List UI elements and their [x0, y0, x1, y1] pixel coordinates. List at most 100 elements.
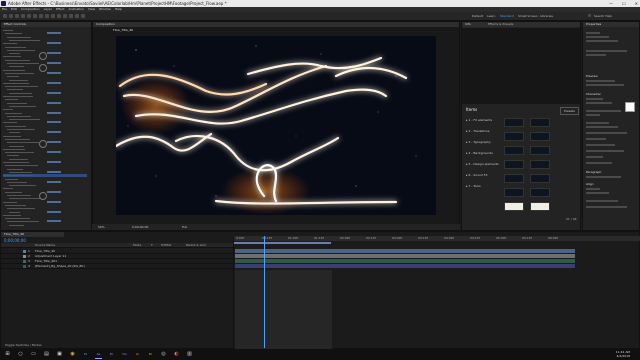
effect-property-row[interactable]: [3, 224, 87, 227]
selection-tool-icon[interactable]: [9, 14, 13, 18]
composition-canvas[interactable]: [116, 36, 436, 215]
layer-duration-bar[interactable]: [235, 259, 575, 263]
align-section[interactable]: Align: [586, 182, 594, 186]
property-control[interactable]: [586, 36, 609, 38]
time-ruler[interactable]: 0:00f 00:15f 01:00f 01:15f 02:00f 02:15f 03:00…: [234, 236, 640, 241]
layer-duration-bar[interactable]: [235, 264, 575, 268]
property-control[interactable]: [586, 192, 609, 194]
workspace-libraries[interactable]: Libraries: [540, 14, 553, 18]
layer-label-color[interactable]: [23, 260, 26, 263]
preset-thumbnail[interactable]: [504, 188, 524, 197]
property-control[interactable]: [586, 144, 615, 146]
layer-name[interactable]: [Element]_Bg_Shape_20 (RG_BC): [35, 264, 85, 269]
cinema4d-icon[interactable]: ◎: [160, 351, 167, 358]
layer-duration-bar[interactable]: [235, 254, 575, 258]
media-encoder-icon[interactable]: Me: [121, 351, 128, 358]
property-control[interactable]: [586, 138, 606, 140]
preset-thumbnail[interactable]: [530, 160, 550, 169]
brush-tool-icon[interactable]: [63, 14, 67, 18]
explorer-icon[interactable]: ▥: [186, 351, 193, 358]
pan-behind-tool-icon[interactable]: [39, 14, 43, 18]
close-button[interactable]: ✕: [635, 0, 638, 7]
after-effects-icon[interactable]: Ae: [95, 351, 102, 359]
preset-category-item[interactable]: ▸ 5 - Design elements: [466, 162, 499, 166]
clone-tool-icon[interactable]: [69, 14, 73, 18]
property-control[interactable]: [586, 80, 615, 82]
preset-thumbnail[interactable]: [530, 188, 550, 197]
preset-category-item[interactable]: ▸ 4 - Backgrounds: [466, 151, 493, 155]
property-control[interactable]: [586, 32, 600, 34]
layer-label-color[interactable]: [23, 250, 26, 253]
property-control[interactable]: [586, 114, 600, 116]
col-parent[interactable]: Parent & Link: [186, 243, 206, 248]
info-tab[interactable]: Info: [462, 22, 580, 27]
preset-thumbnail[interactable]: [504, 132, 524, 141]
folder-icon[interactable]: ▤: [43, 351, 50, 358]
premiere-icon[interactable]: Pr: [108, 351, 115, 358]
property-control[interactable]: [586, 98, 603, 100]
search-icon[interactable]: ○: [17, 351, 24, 358]
character-section[interactable]: Character: [586, 92, 601, 96]
camera-tool-icon[interactable]: [33, 14, 37, 18]
preset-thumbnail[interactable]: [504, 202, 524, 211]
preset-thumbnail[interactable]: [504, 174, 524, 183]
puppet-tool-icon[interactable]: [81, 14, 85, 18]
workspace-learn[interactable]: Learn: [487, 14, 495, 18]
property-control[interactable]: [586, 200, 618, 202]
timeline-tab[interactable]: Flow_Title_46: [1, 232, 64, 237]
workspace-default[interactable]: Default: [472, 14, 483, 18]
workspace-standard[interactable]: Standard: [500, 14, 514, 18]
property-control[interactable]: [586, 126, 618, 128]
angle-dial-icon[interactable]: [39, 52, 47, 60]
angle-dial-icon[interactable]: [39, 140, 47, 148]
timeline-layer-row[interactable]: 4 [Element]_Bg_Shape_20 (RG_BC): [1, 264, 234, 269]
preset-thumbnail[interactable]: [504, 146, 524, 155]
search-help-field[interactable]: Search Help: [594, 14, 612, 18]
preset-category-item[interactable]: ▸ 6 - Sound FX: [466, 173, 488, 177]
preset-category-item[interactable]: ▸ 1 - FX elements: [466, 118, 492, 122]
property-control[interactable]: [586, 122, 609, 124]
angle-dial-icon[interactable]: [39, 64, 47, 72]
hand-tool-icon[interactable]: [15, 14, 19, 18]
search-icon[interactable]: [588, 14, 591, 17]
property-control[interactable]: [586, 54, 606, 56]
shape-tool-icon[interactable]: [45, 14, 49, 18]
preset-thumbnail[interactable]: [530, 202, 550, 211]
preset-thumbnail[interactable]: [504, 118, 524, 127]
pen-tool-icon[interactable]: [51, 14, 55, 18]
zoom-tool-icon[interactable]: [21, 14, 25, 18]
workspace-small-screen[interactable]: Small Screen: [518, 14, 538, 18]
comp-subtab[interactable]: Flow_Title_46: [113, 28, 133, 32]
resolution-select[interactable]: Full: [182, 225, 187, 229]
col-t[interactable]: T: [151, 243, 153, 248]
angle-dial-icon[interactable]: [39, 192, 47, 200]
eraser-tool-icon[interactable]: [75, 14, 79, 18]
preset-thumbnail[interactable]: [530, 118, 550, 127]
layer-label-color[interactable]: [23, 255, 26, 258]
home-tool-icon[interactable]: [3, 14, 7, 18]
property-control[interactable]: [586, 110, 621, 112]
preset-category-item[interactable]: ▸ 3 - Typography: [466, 140, 491, 144]
property-control[interactable]: [586, 162, 612, 164]
bridge-icon[interactable]: Br: [147, 351, 154, 358]
chrome-icon[interactable]: ◉: [69, 351, 76, 358]
task-view-icon[interactable]: ▭: [30, 351, 37, 358]
property-control[interactable]: [586, 84, 624, 86]
effects-presets-tab[interactable]: Effects & Presets: [488, 22, 513, 27]
property-control[interactable]: [586, 176, 621, 178]
minimize-button[interactable]: —: [609, 0, 613, 7]
toggle-switches-modes[interactable]: Toggle Switches / Modes: [5, 343, 42, 347]
type-tool-icon[interactable]: [57, 14, 61, 18]
property-control[interactable]: [586, 50, 627, 52]
playhead[interactable]: [264, 236, 265, 348]
layer-label-color[interactable]: [23, 265, 26, 268]
store-icon[interactable]: ▣: [56, 351, 63, 358]
windows-icon[interactable]: ⊞: [4, 351, 11, 358]
presets-button[interactable]: Presets: [560, 107, 579, 115]
property-control[interactable]: [586, 102, 612, 104]
work-area-bar[interactable]: [234, 242, 331, 244]
preview-section[interactable]: Preview: [586, 74, 598, 78]
col-source-name[interactable]: Source Name: [35, 243, 55, 248]
preset-thumbnail[interactable]: [530, 174, 550, 183]
col-trkmat[interactable]: TrkMat: [161, 243, 171, 248]
